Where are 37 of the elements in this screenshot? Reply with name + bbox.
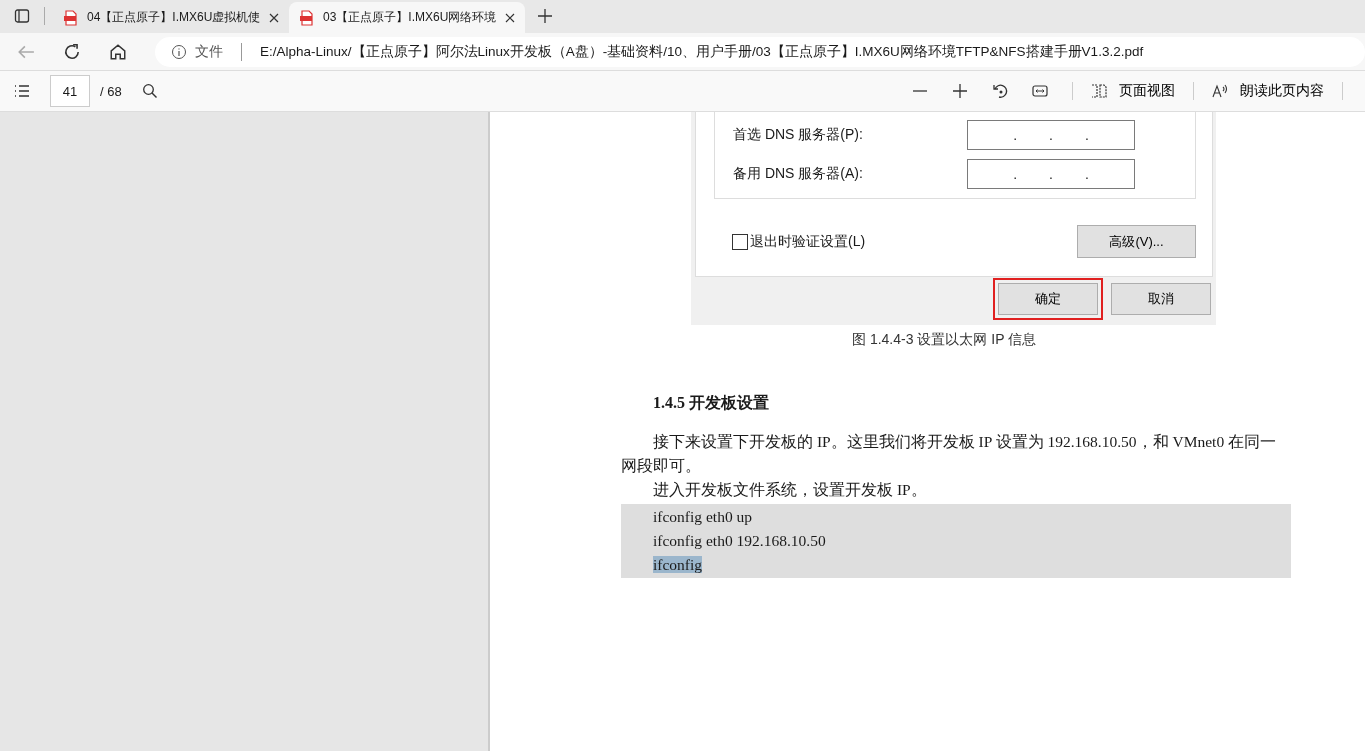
contents-list-icon[interactable] bbox=[14, 83, 30, 99]
page-count: / 68 bbox=[100, 83, 122, 99]
page-view-button[interactable]: 页面视图 bbox=[1091, 82, 1175, 100]
address-field[interactable]: 文件 E:/Alpha-Linux/【正点原子】阿尔法Linux开发板（A盘）-基础资料/10、用户手册/03【正点原子】I.MX6U网络环境TFTP&NFS搭建手册V1.3.2.pdf bbox=[155, 36, 1365, 67]
advanced-button[interactable]: 高级(V)... bbox=[1077, 225, 1196, 258]
dialog-button[interactable]: 确定 bbox=[998, 283, 1098, 315]
validate-checkbox[interactable]: 退出时验证设置(L) bbox=[732, 232, 866, 251]
ip-address-field[interactable]: . . . bbox=[967, 158, 1135, 189]
close-icon[interactable] bbox=[269, 12, 279, 23]
read-aloud-icon bbox=[1212, 83, 1228, 99]
page-number-field[interactable]: 41 bbox=[50, 75, 90, 107]
read-aloud-button[interactable]: 朗读此页内容 bbox=[1212, 82, 1324, 100]
info-icon bbox=[171, 43, 187, 60]
figure-caption: 图 1.4.4-3 设置以太网 IP 信息 bbox=[852, 331, 1038, 349]
zoom-in-icon[interactable] bbox=[952, 83, 968, 99]
field-label: 首选 DNS 服务器(P): bbox=[733, 125, 863, 144]
code-line: ifconfig eth0 192.168.10.50 bbox=[653, 532, 826, 549]
browser-tab[interactable]: 04【正点原子】I.MX6U虚拟机使 bbox=[53, 2, 289, 33]
close-icon[interactable] bbox=[505, 12, 515, 23]
fit-width-icon[interactable] bbox=[1032, 83, 1048, 99]
pdf-file-icon bbox=[299, 9, 315, 26]
ip-address-field[interactable]: . . . bbox=[967, 119, 1135, 150]
section-heading: 1.4.5 开发板设置 bbox=[653, 393, 770, 413]
dialog-button[interactable]: 取消 bbox=[1111, 283, 1211, 315]
page-view-icon bbox=[1091, 83, 1107, 99]
new-tab-icon[interactable] bbox=[537, 8, 553, 24]
paragraph: 接下来设置下开发板的 IP。这里我们将开发板 IP 设置为 192.168.10.50，和 VMnet0 在同一网段即可。 bbox=[621, 432, 1278, 476]
pdf-file-icon bbox=[63, 9, 79, 26]
rotate-icon[interactable] bbox=[992, 83, 1008, 99]
tab-actions-icon[interactable] bbox=[14, 8, 30, 24]
browser-tab[interactable]: 03【正点原子】I.MX6U网络环境 bbox=[289, 2, 525, 33]
search-icon[interactable] bbox=[141, 83, 158, 99]
paragraph: 进入开发板文件系统，设置开发板 IP。 bbox=[652, 480, 928, 500]
home-icon[interactable] bbox=[109, 42, 127, 61]
refresh-icon[interactable] bbox=[63, 42, 81, 61]
code-line: ifconfig eth0 up bbox=[653, 508, 752, 525]
field-label: 备用 DNS 服务器(A): bbox=[733, 164, 863, 183]
